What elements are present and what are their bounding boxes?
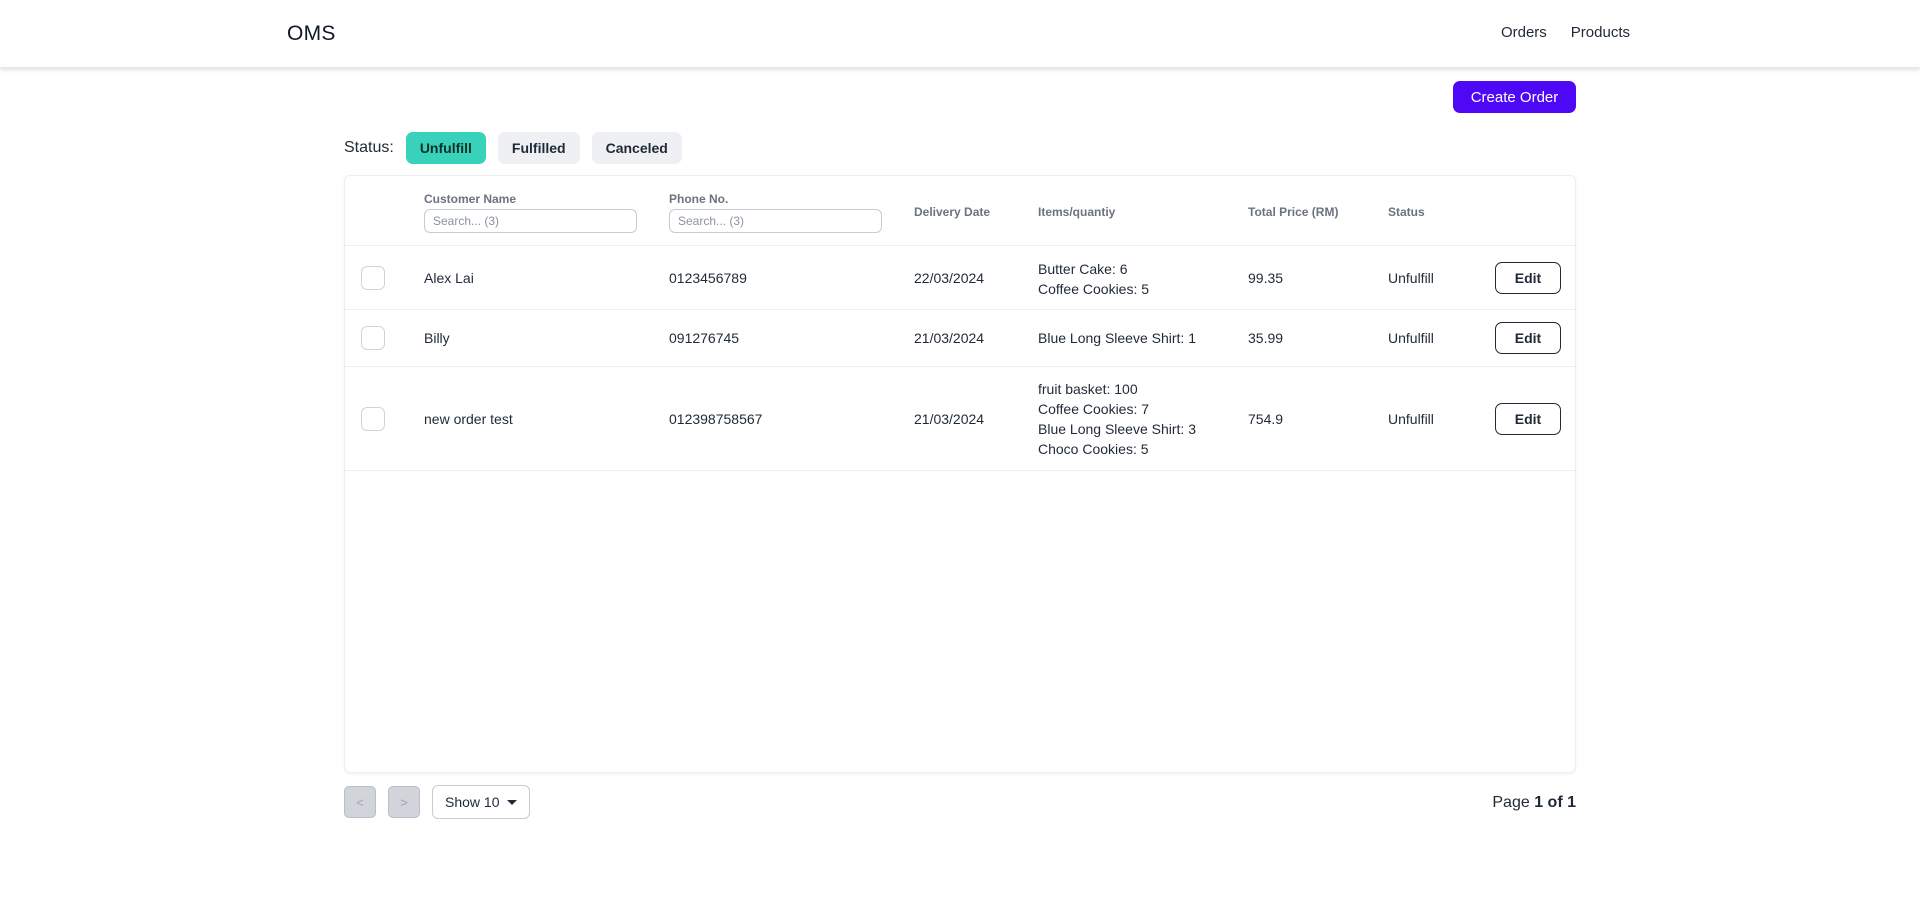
status-chip-unfulfill[interactable]: Unfulfill	[405, 132, 486, 164]
customer-name-search-input[interactable]	[424, 209, 637, 233]
row-edit-button[interactable]: Edit	[1495, 262, 1561, 294]
page-indicator-prefix: Page	[1492, 794, 1530, 811]
header-items: Items/quantiy	[1038, 205, 1116, 219]
nav-products-link[interactable]: Products	[1571, 24, 1630, 41]
header-delivery-date: Delivery Date	[914, 205, 991, 219]
row-item-line: Butter Cake: 6	[1038, 261, 1128, 277]
row-edit-button[interactable]: Edit	[1495, 322, 1561, 354]
table-row: new order test 012398758567 21/03/2024 f…	[345, 367, 1575, 471]
row-customer-name: Billy	[424, 330, 450, 346]
caret-down-icon	[507, 799, 518, 805]
pagination-controls: < > Show 10	[344, 785, 531, 819]
row-checkbox[interactable]	[361, 326, 385, 350]
row-phone: 012398758567	[669, 411, 763, 427]
row-item-line: Coffee Cookies: 7	[1038, 401, 1150, 417]
nav-links: Orders Products	[1501, 24, 1630, 41]
row-edit-button[interactable]: Edit	[1495, 403, 1561, 435]
status-filter: Status: Unfulfill Fulfilled Canceled	[344, 132, 694, 164]
row-customer-name: new order test	[424, 411, 513, 427]
header-phone: Phone No.	[669, 192, 729, 206]
row-customer-name: Alex Lai	[424, 270, 474, 286]
table-row: Billy 091276745 21/03/2024 Blue Long Sle…	[345, 310, 1575, 367]
row-delivery-date: 21/03/2024	[914, 411, 985, 427]
header-status: Status	[1388, 205, 1425, 219]
status-chip-canceled[interactable]: Canceled	[591, 132, 682, 164]
row-phone: 091276745	[669, 330, 740, 346]
nav-orders-link[interactable]: Orders	[1501, 24, 1547, 41]
status-chip-fulfilled[interactable]: Fulfilled	[497, 132, 580, 164]
row-checkbox[interactable]	[361, 266, 385, 290]
create-order-button[interactable]: Create Order	[1453, 81, 1576, 113]
row-items: fruit basket: 100 Coffee Cookies: 7 Blue…	[1038, 379, 1196, 459]
status-filter-label: Status:	[344, 139, 394, 156]
row-items: Blue Long Sleeve Shirt: 1	[1038, 328, 1196, 348]
table-row: Alex Lai 0123456789 22/03/2024 Butter Ca…	[345, 246, 1575, 310]
row-delivery-date: 22/03/2024	[914, 270, 985, 286]
page-size-select[interactable]: Show 10	[432, 785, 531, 819]
row-item-line: Choco Cookies: 5	[1038, 441, 1149, 457]
prev-page-button[interactable]: <	[344, 786, 376, 818]
table-header: Customer Name Phone No. Delivery Date It…	[345, 176, 1575, 246]
phone-search-input[interactable]	[669, 209, 882, 233]
row-checkbox[interactable]	[361, 407, 385, 431]
row-item-line: Blue Long Sleeve Shirt: 1	[1038, 330, 1196, 346]
page-indicator: Page 1 of 1	[1492, 794, 1576, 812]
row-item-line: fruit basket: 100	[1038, 381, 1138, 397]
app-brand[interactable]: OMS	[287, 22, 336, 46]
row-total-price: 35.99	[1248, 330, 1284, 346]
row-status: Unfulfill	[1388, 270, 1434, 286]
row-total-price: 754.9	[1248, 411, 1284, 427]
top-navbar: OMS Orders Products	[0, 0, 1920, 68]
row-total-price: 99.35	[1248, 270, 1284, 286]
row-items: Butter Cake: 6 Coffee Cookies: 5	[1038, 259, 1149, 299]
orders-table: Customer Name Phone No. Delivery Date It…	[344, 175, 1576, 773]
row-item-line: Blue Long Sleeve Shirt: 3	[1038, 421, 1196, 437]
row-delivery-date: 21/03/2024	[914, 330, 985, 346]
header-customer-name: Customer Name	[424, 192, 517, 206]
header-total-price: Total Price (RM)	[1248, 205, 1339, 219]
row-status: Unfulfill	[1388, 330, 1434, 346]
page-size-label: Show 10	[445, 794, 500, 810]
row-item-line: Coffee Cookies: 5	[1038, 281, 1150, 297]
next-page-button[interactable]: >	[388, 786, 420, 818]
row-phone: 0123456789	[669, 270, 747, 286]
row-status: Unfulfill	[1388, 411, 1434, 427]
page-indicator-value: 1 of 1	[1534, 794, 1576, 811]
